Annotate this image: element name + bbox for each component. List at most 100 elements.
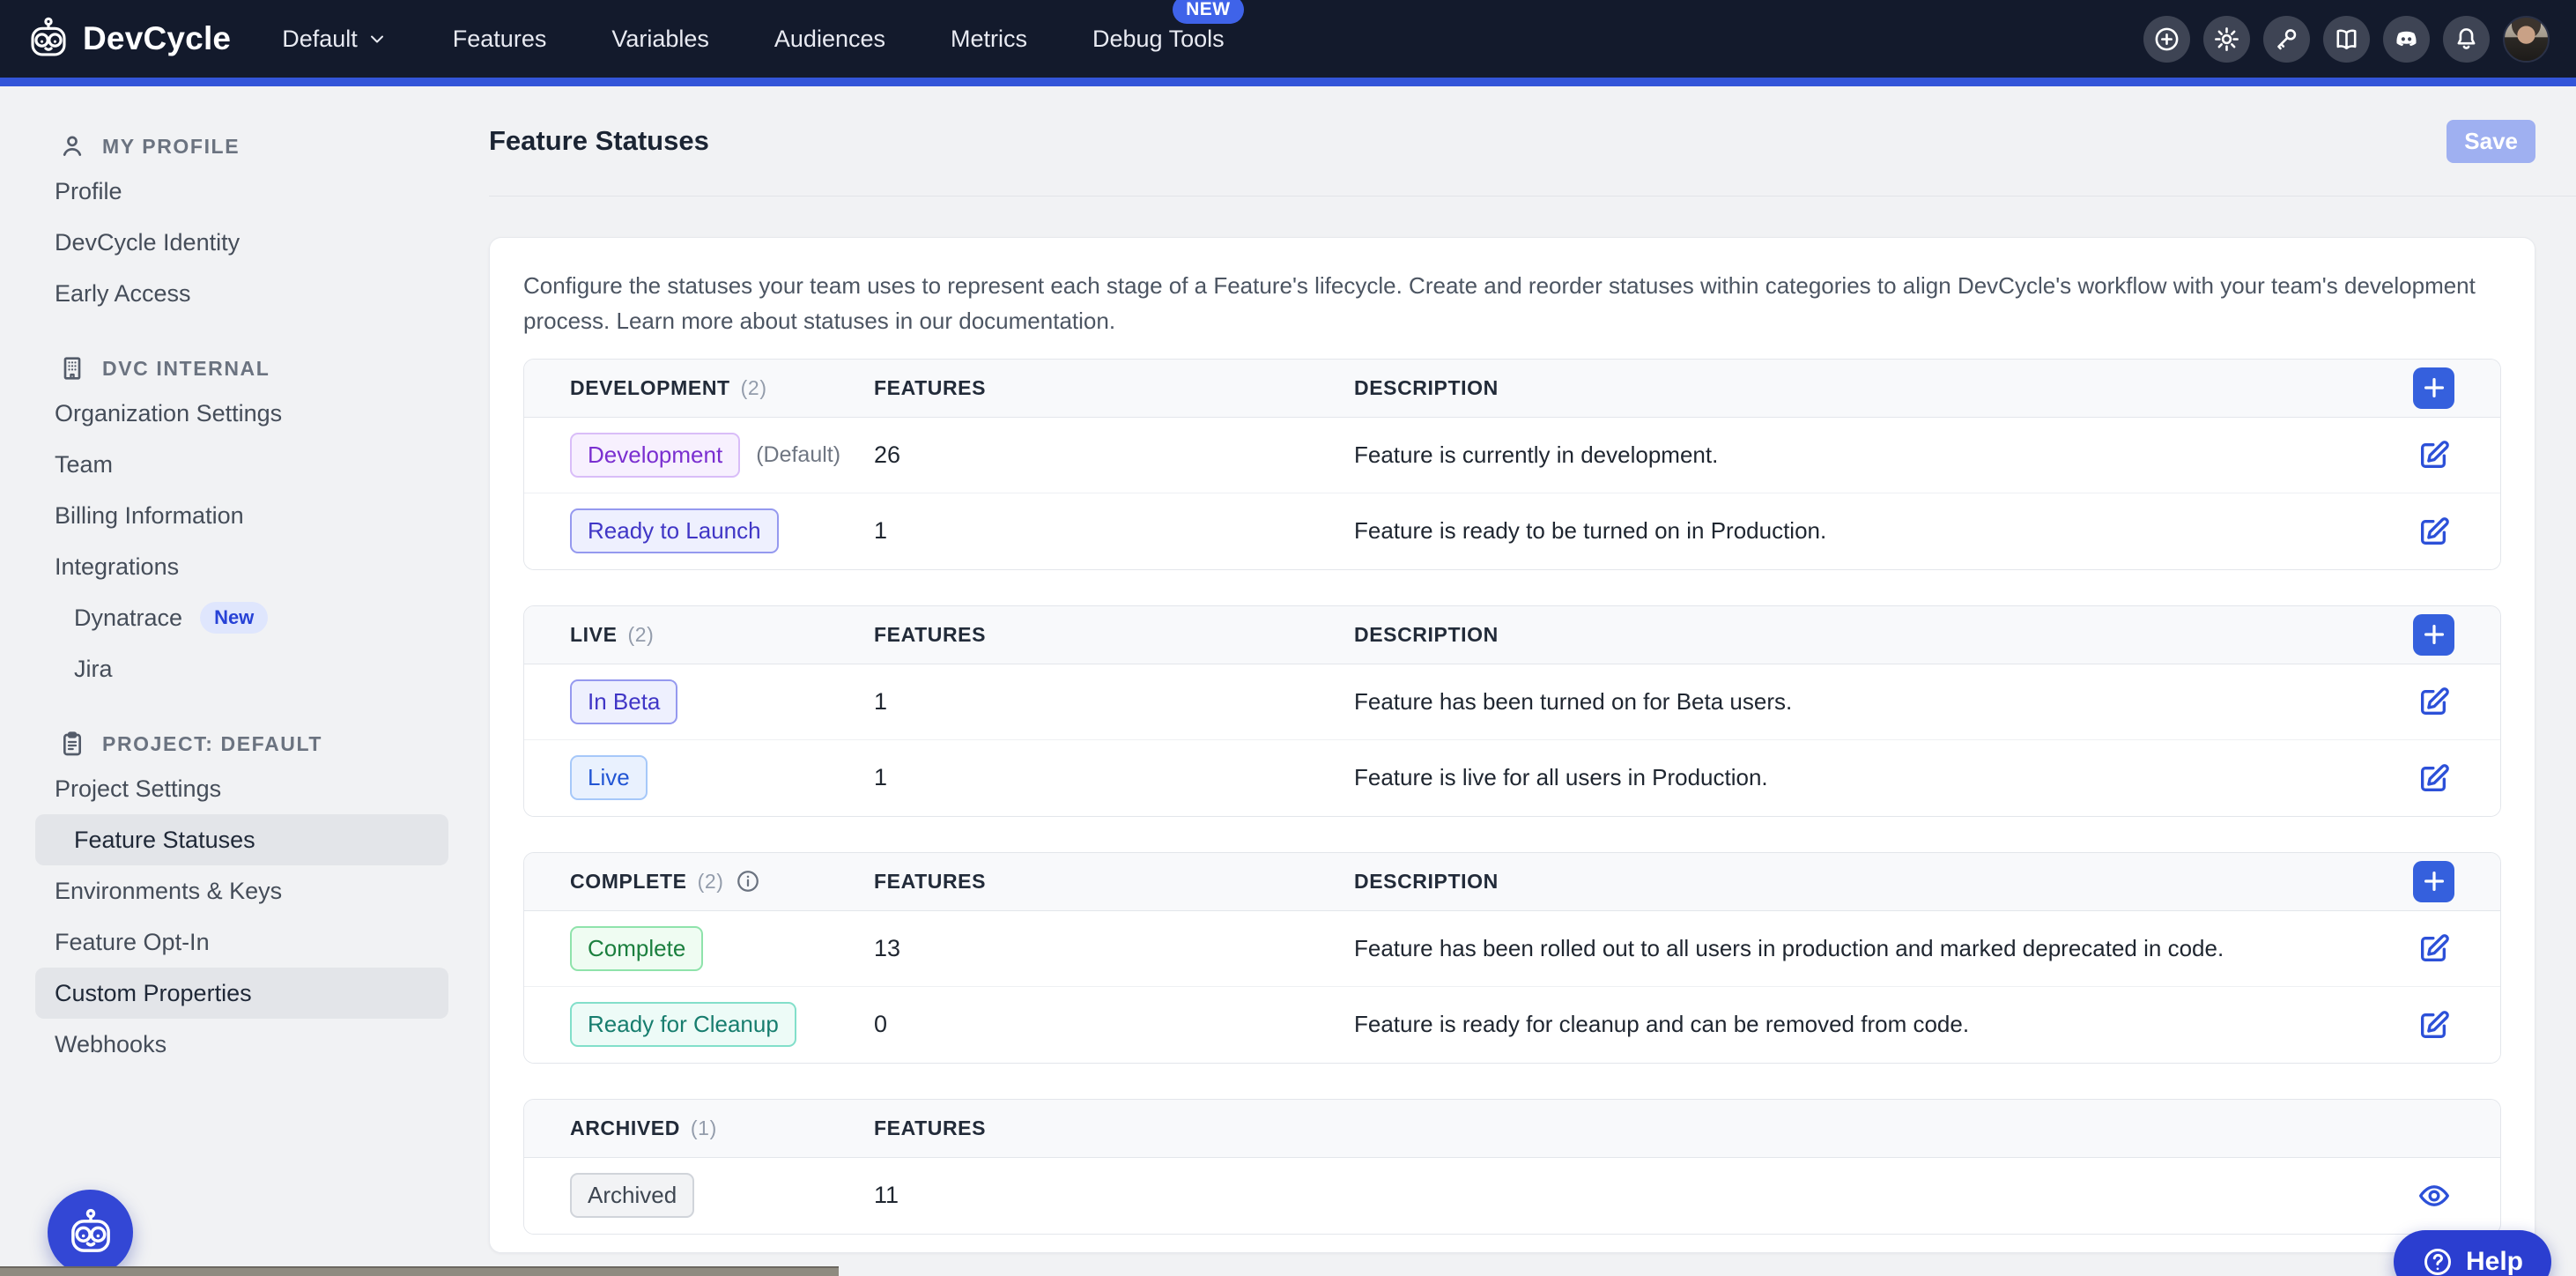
category-count: (2) <box>741 376 767 400</box>
category-name: ARCHIVED <box>570 1116 680 1140</box>
category-name: DEVELOPMENT <box>570 376 730 400</box>
status-description: Feature is ready for cleanup and can be … <box>1354 1011 2370 1038</box>
project-selector-label: Default <box>282 26 358 53</box>
features-count: 13 <box>874 935 1354 962</box>
sidebar-item-early-access[interactable]: Early Access <box>35 268 448 319</box>
edit-status-button[interactable] <box>2414 758 2454 798</box>
eye-icon <box>2417 1178 2452 1213</box>
status-badge[interactable]: Live <box>570 755 648 800</box>
header-actions <box>2413 614 2454 656</box>
status-badge-cell: Archived <box>570 1173 874 1218</box>
nav-item-audiences[interactable]: Audiences <box>774 26 885 53</box>
user-avatar[interactable] <box>2503 16 2550 63</box>
status-badge[interactable]: Ready for Cleanup <box>570 1002 796 1047</box>
question-icon <box>2422 1246 2454 1276</box>
edit-status-button[interactable] <box>2414 434 2454 475</box>
sidebar-item-label: Billing Information <box>55 502 244 530</box>
documentation-button[interactable] <box>2323 16 2370 63</box>
sidebar-item-label: Feature Statuses <box>74 827 255 854</box>
notifications-button[interactable] <box>2443 16 2490 63</box>
discord-icon <box>2393 26 2420 53</box>
sidebar-item-billing-information[interactable]: Billing Information <box>35 490 448 541</box>
sidebar-item-label: Project Settings <box>55 775 221 803</box>
status-badge-cell: In Beta <box>570 679 874 724</box>
category-complete: COMPLETE(2)FEATURESDESCRIPTIONComplete13… <box>523 852 2501 1064</box>
sidebar-item-environments-keys[interactable]: Environments & Keys <box>35 865 448 916</box>
accent-bar <box>0 78 2576 86</box>
sidebar-item-feature-opt-in[interactable]: Feature Opt-In <box>35 916 448 968</box>
discord-button[interactable] <box>2383 16 2430 63</box>
settings-button[interactable] <box>2203 16 2250 63</box>
question-icon <box>2422 1246 2454 1276</box>
column-header-features: FEATURES <box>874 376 1354 400</box>
category-name: COMPLETE <box>570 870 687 894</box>
devcycle-robot-icon <box>26 17 70 61</box>
sidebar-item-label: Environments & Keys <box>55 878 282 905</box>
status-badge[interactable]: Archived <box>570 1173 694 1218</box>
sidebar-item-label: Dynatrace <box>74 605 182 632</box>
sidebar-item-devcycle-identity[interactable]: DevCycle Identity <box>35 217 448 268</box>
status-table-complete: COMPLETE(2)FEATURESDESCRIPTIONComplete13… <box>523 852 2501 1064</box>
sidebar-item-webhooks[interactable]: Webhooks <box>35 1019 448 1070</box>
sidebar-item-integrations[interactable]: Integrations <box>35 541 448 592</box>
table-header: DEVELOPMENT (2) FEATURESDESCRIPTION <box>524 360 2500 418</box>
default-status-label: (Default) <box>756 442 840 468</box>
status-table-development: DEVELOPMENT (2) FEATURESDESCRIPTION Develop… <box>523 359 2501 570</box>
status-badge-cell: Ready for Cleanup <box>570 1002 874 1047</box>
edit-status-button[interactable] <box>2414 1005 2454 1045</box>
column-header-description: DESCRIPTION <box>1354 376 2370 400</box>
project-selector-dropdown[interactable]: Default <box>282 26 388 53</box>
page-header: Feature Statuses Save <box>489 86 2535 196</box>
status-badge-cell: Development (Default) <box>570 433 874 478</box>
edit-status-button[interactable] <box>2414 681 2454 722</box>
info-icon[interactable] <box>735 868 761 894</box>
status-row-development: Development(Default)26Feature is current… <box>524 418 2500 493</box>
nav-item-metrics[interactable]: Metrics <box>951 26 1027 53</box>
sidebar-item-feature-statuses[interactable]: Feature Statuses <box>35 814 448 865</box>
edit-status-button[interactable] <box>2414 511 2454 552</box>
status-badge[interactable]: Development <box>570 433 740 478</box>
nav-item-debug-tools[interactable]: Debug ToolsNEW <box>1092 26 1225 53</box>
sidebar-section-my-profile: MY PROFILE <box>0 127 477 166</box>
category-name: LIVE <box>570 623 618 647</box>
header-divider <box>489 196 2576 197</box>
add-new-button[interactable] <box>2143 16 2190 63</box>
sidebar-section-dvc-internal: DVC INTERNAL <box>0 349 477 388</box>
save-button[interactable]: Save <box>2446 120 2535 163</box>
sidebar-item-label: Early Access <box>55 280 191 308</box>
nav-item-features[interactable]: Features <box>453 26 547 53</box>
sidebar-item-profile[interactable]: Profile <box>35 166 448 217</box>
bottom-scrollbar[interactable] <box>0 1266 839 1276</box>
add-status-button-complete[interactable] <box>2413 861 2454 902</box>
sidebar-item-project-settings[interactable]: Project Settings <box>35 763 448 814</box>
category-development: DEVELOPMENT (2) FEATURESDESCRIPTION Develop… <box>523 359 2501 570</box>
api-keys-button[interactable] <box>2263 16 2310 63</box>
sidebar-item-organization-settings[interactable]: Organization Settings <box>35 388 448 439</box>
sidebar-item-jira[interactable]: Jira <box>35 643 448 694</box>
devcycle-assistant-fab[interactable] <box>48 1190 133 1275</box>
view-status-button[interactable] <box>2414 1176 2454 1216</box>
help-button[interactable]: Help <box>2394 1230 2551 1276</box>
category-count: (2) <box>628 623 655 647</box>
sidebar-item-custom-properties[interactable]: Custom Properties <box>35 968 448 1019</box>
status-category-tables: DEVELOPMENT(2)FEATURESDESCRIPTIONDevelop… <box>523 359 2501 1235</box>
add-status-button-development[interactable] <box>2413 367 2454 409</box>
nav-item-label: Features <box>453 26 547 52</box>
sidebar-item-dynatrace[interactable]: DynatraceNew <box>35 592 448 643</box>
top-navbar: DevCycle Default Features Variables Audien… <box>0 0 2576 78</box>
features-count: 1 <box>874 517 1354 545</box>
sidebar-section-title: DVC INTERNAL <box>102 357 270 381</box>
column-header-features: FEATURES <box>874 623 1354 647</box>
nav-item-variables[interactable]: Variables <box>611 26 709 53</box>
add-status-button-live[interactable] <box>2413 614 2454 656</box>
devcycle-logo[interactable]: DevCycle <box>26 17 231 61</box>
status-row-complete: Complete13Feature has been rolled out to… <box>524 911 2500 987</box>
status-badge[interactable]: Ready to Launch <box>570 508 779 553</box>
status-badge[interactable]: In Beta <box>570 679 677 724</box>
sidebar-item-team[interactable]: Team <box>35 439 448 490</box>
brand-name: DevCycle <box>83 20 231 57</box>
status-badge[interactable]: Complete <box>570 926 703 971</box>
sidebar-section-title: PROJECT: DEFAULT <box>102 732 322 756</box>
edit-status-button[interactable] <box>2414 928 2454 968</box>
sidebar-section-title: MY PROFILE <box>102 135 240 159</box>
